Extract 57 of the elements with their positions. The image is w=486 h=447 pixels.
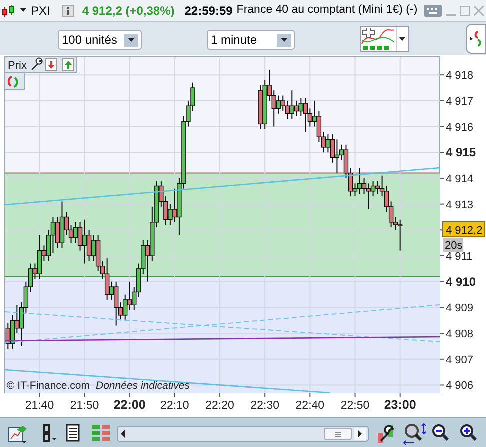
scroll-right-button[interactable] xyxy=(354,428,366,440)
quantity-dropdown[interactable]: 100 unités xyxy=(58,30,142,50)
keyboard-icon[interactable] xyxy=(424,4,442,16)
price-axis-label: 4 906 xyxy=(446,380,474,392)
price-axis-label: 4 918 xyxy=(446,70,474,82)
price-axis-label: 4 914 xyxy=(446,173,474,186)
time: 22:59:59 xyxy=(184,2,233,20)
time-axis-label: 22:10 xyxy=(160,400,190,412)
zoom-fit-icon[interactable] xyxy=(403,423,427,445)
time-axis-label: 22:40 xyxy=(296,400,325,412)
price-axis-label: 4 909 xyxy=(446,302,474,315)
wrench-icon[interactable] xyxy=(376,424,396,444)
arrow-up-icon[interactable] xyxy=(62,58,74,72)
price-axis-label: 4 911 xyxy=(446,251,473,264)
wrench-icon[interactable] xyxy=(32,58,43,70)
price-axis-label: 4 908 xyxy=(446,328,474,341)
price-axis-label: 4 910 xyxy=(446,274,476,289)
chart-export-icon[interactable] xyxy=(8,424,28,444)
zoom-in-icon[interactable] xyxy=(460,424,478,442)
arrow-down-icon[interactable] xyxy=(46,58,58,72)
copyright-text: © IT-Finance.com xyxy=(7,380,90,392)
time-axis-label: 22:20 xyxy=(206,400,234,412)
indicator-button[interactable] xyxy=(360,26,409,52)
side-panel-tab[interactable] xyxy=(466,24,486,54)
price-axis-label: 4 915 xyxy=(446,146,476,160)
candlestick-icon xyxy=(2,4,16,18)
indicator-chart-icon[interactable] xyxy=(361,28,395,50)
time-axis-label: 23:00 xyxy=(384,398,416,412)
disclaimer-text: Données indicatives xyxy=(96,380,190,392)
price-axis-label: 4 913 xyxy=(446,199,474,212)
instrument-name: France 40 au comptant (Mini 1€) (-) xyxy=(236,2,418,18)
interval-dropdown[interactable]: 1 minute xyxy=(207,30,295,50)
time-axis-label: 21:50 xyxy=(70,400,100,412)
info-icon[interactable] xyxy=(62,4,74,16)
swap-arrows-icon[interactable] xyxy=(470,31,482,47)
caret-icon[interactable] xyxy=(128,38,134,42)
last-price-tag: 4 912,2 xyxy=(442,222,486,238)
panel-label: Prix xyxy=(8,60,27,72)
price-axis-label: 4 916 xyxy=(446,122,474,134)
price-axis-label: 4 907 xyxy=(446,354,474,366)
price-change: 4 912,2 (+0,38%) xyxy=(82,2,175,20)
caret-icon[interactable] xyxy=(280,38,288,42)
document-icon[interactable] xyxy=(66,424,80,442)
symbol: PXI xyxy=(31,2,50,20)
zoom-out-icon[interactable] xyxy=(432,424,450,442)
time-axis-label: 22:50 xyxy=(340,400,370,412)
grip-icon[interactable] xyxy=(335,432,341,436)
scroll-left-icon[interactable] xyxy=(121,430,125,438)
countdown-tag: 20s xyxy=(443,238,463,252)
caret-icon[interactable] xyxy=(399,37,406,41)
time-axis-label: 22:30 xyxy=(250,400,280,412)
scroll-thumb[interactable] xyxy=(324,428,352,440)
caret-icon[interactable] xyxy=(20,8,27,13)
scroll-right-icon[interactable] xyxy=(358,430,362,438)
time-axis-label: 21:40 xyxy=(25,400,54,412)
price-axis-label: 4 917 xyxy=(446,96,474,108)
time-axis-label: 22:00 xyxy=(114,398,146,412)
